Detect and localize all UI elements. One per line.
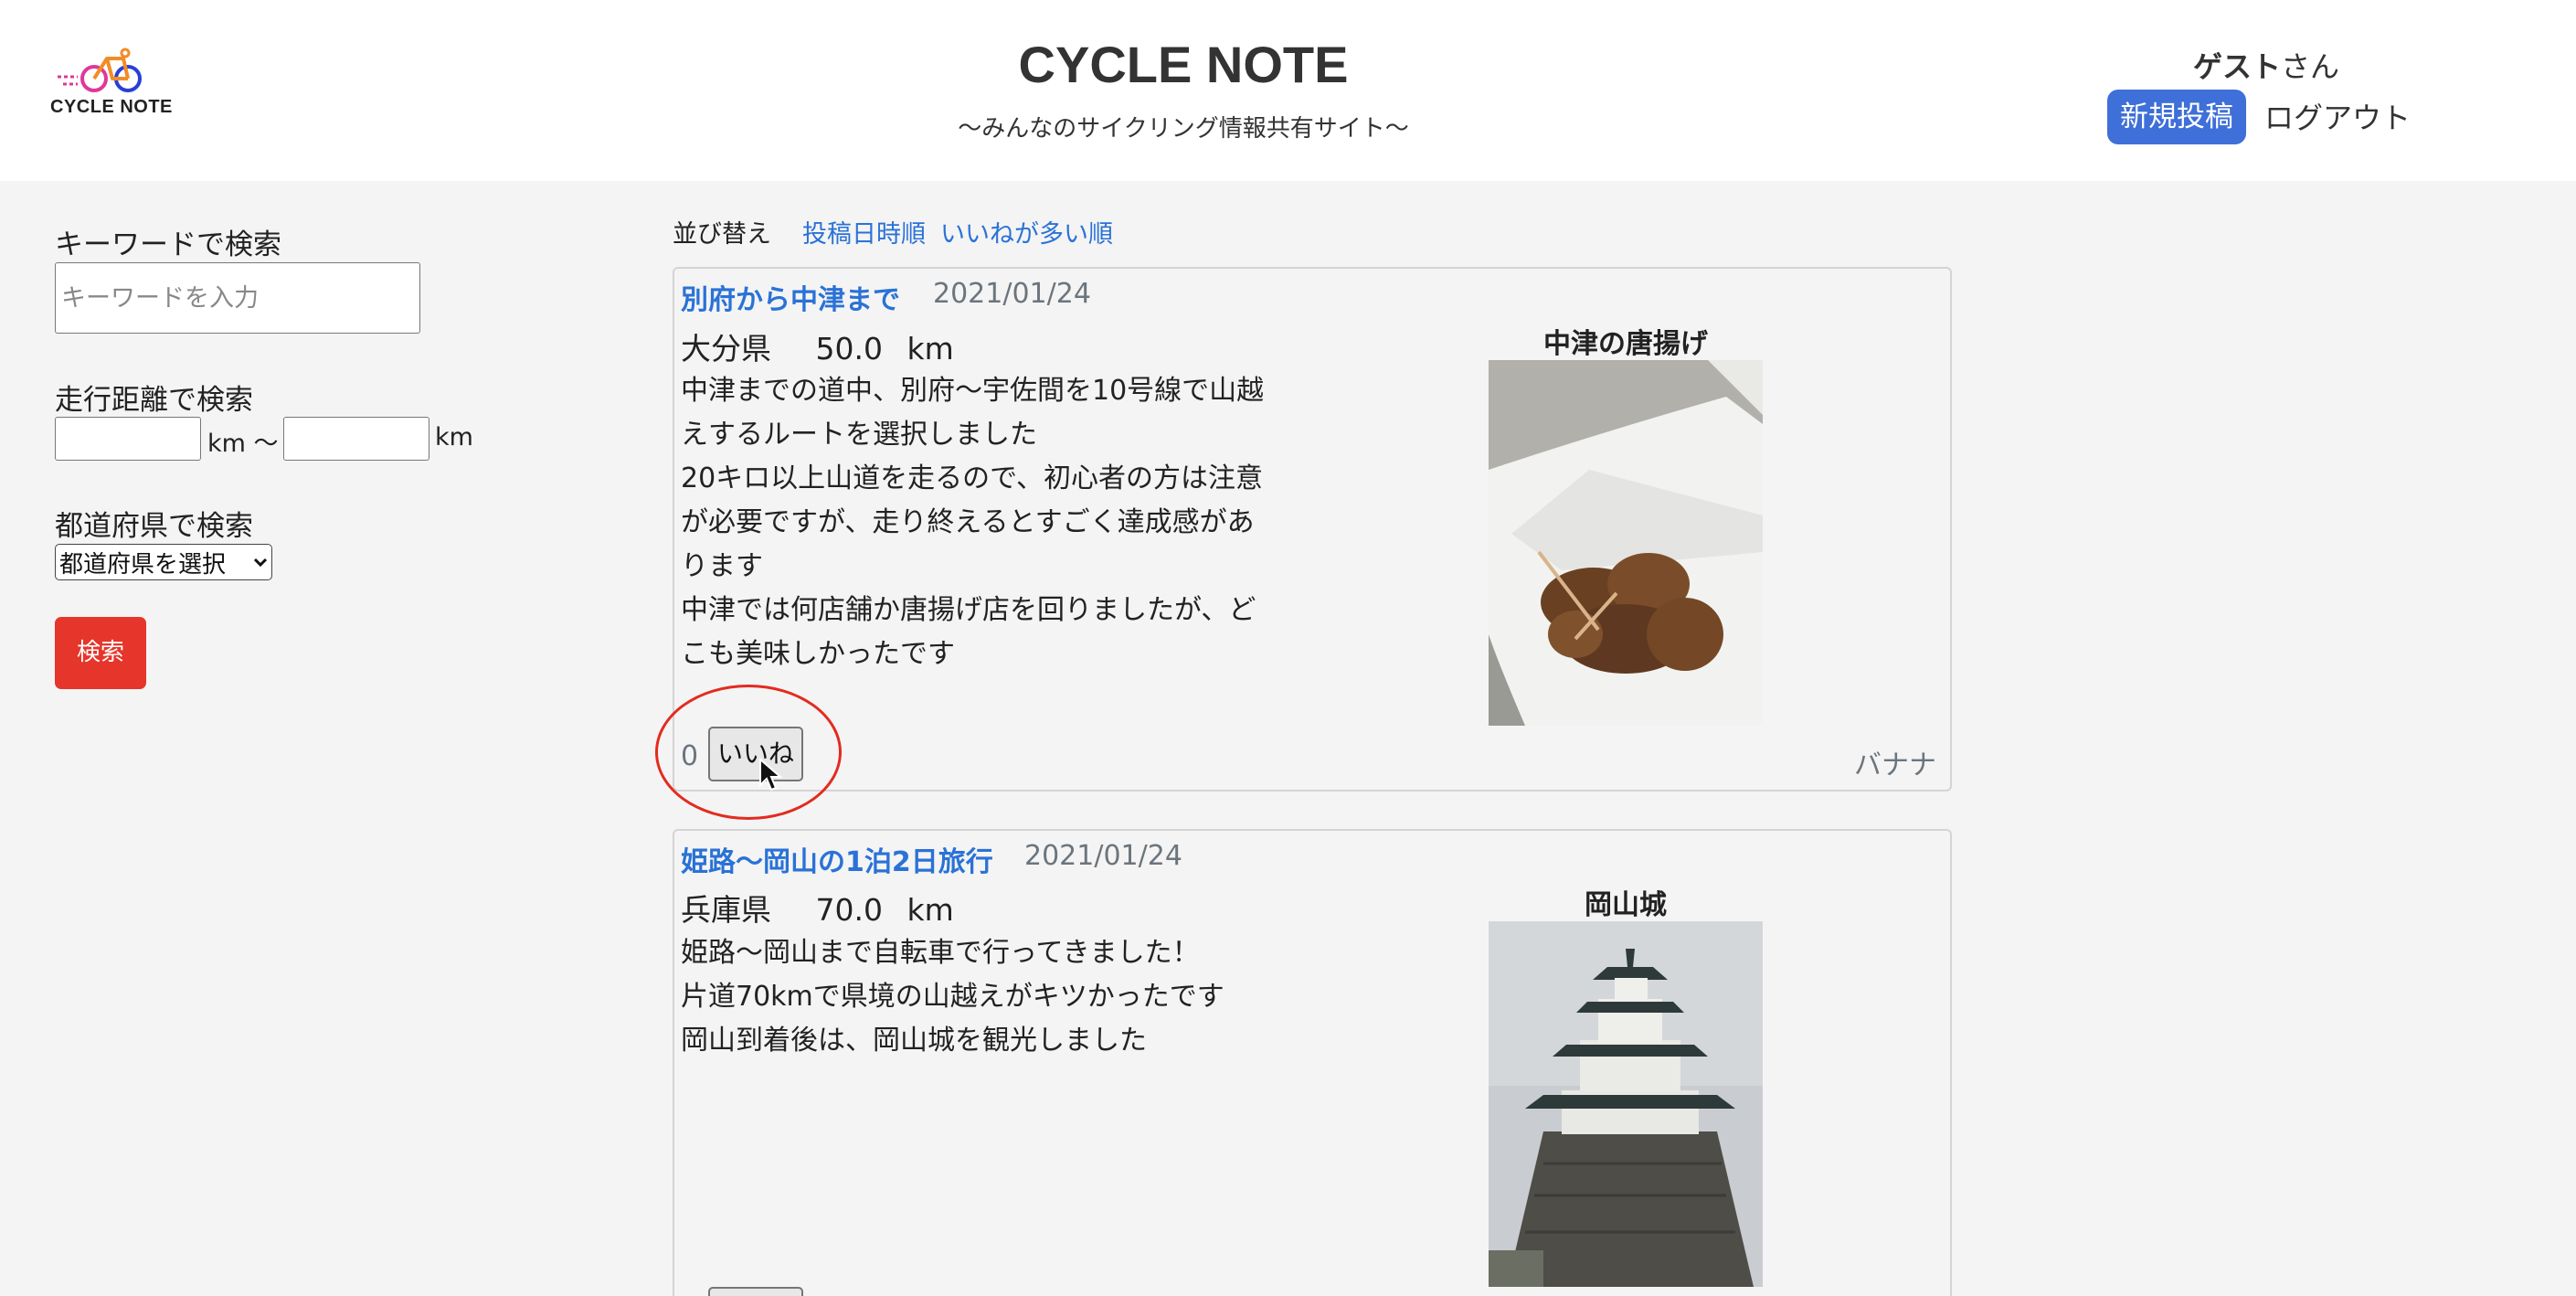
post-prefecture: 兵庫県 — [681, 892, 771, 928]
prefecture-search-label: 都道府県で検索 — [55, 510, 253, 543]
karaage-photo[interactable] — [1489, 360, 1763, 726]
chevron-down-icon — [253, 558, 268, 568]
new-post-button[interactable]: 新規投稿 — [2107, 90, 2246, 144]
post-body: 中津までの道中、別府〜宇佐間を10号線で山越 えするルートを選択しました 20キ… — [681, 369, 1320, 676]
post-date: 2021/01/24 — [1024, 840, 1182, 872]
post-body-line: 岡山到着後は、岡山城を観光しました — [681, 1025, 1147, 1057]
post-body-line: が必要ですが、走り終えるとすごく達成感があ — [681, 506, 1255, 538]
post-body-line: 姫路〜岡山まで自転車で行ってきました！ — [681, 937, 1200, 969]
post-prefecture: 大分県 — [681, 331, 771, 366]
post-body-line: 中津までの道中、別府〜宇佐間を10号線で山越 — [681, 375, 1265, 407]
post-title-link[interactable]: 姫路〜岡山の1泊2日旅行 — [681, 839, 993, 879]
sort-by-likes-link[interactable]: いいねが多い順 — [940, 214, 1113, 250]
highlight-circle — [655, 685, 842, 820]
search-button[interactable]: 検索 — [55, 617, 146, 689]
site-subtitle: 〜みんなのサイクリング情報共有サイト〜 — [958, 115, 1409, 143]
post-title-link[interactable]: 別府から中津まで — [681, 277, 900, 317]
post-location-distance: 大分県 50.0 km — [681, 324, 954, 368]
user-greeting: ゲストさん — [2157, 44, 2376, 86]
logout-link[interactable]: ログアウト — [2264, 95, 2411, 137]
min-distance-input[interactable] — [55, 417, 201, 461]
post-body-line: ります — [681, 550, 763, 582]
keyword-input[interactable] — [55, 262, 420, 334]
post-distance-unit: km — [906, 331, 954, 366]
post-body-line: 20キロ以上山道を走るので、初心者の方は注意 — [681, 462, 1263, 494]
prefecture-select[interactable]: 都道府県を選択 — [55, 544, 272, 580]
page: CYCLE NOTE CYCLE NOTE 〜みんなのサイクリング情報共有サイト… — [0, 0, 2576, 1296]
post-author[interactable]: バナナ — [1854, 742, 1936, 782]
keyword-search-label: キーワードで検索 — [55, 228, 281, 261]
image-caption: 中津の唐揚げ — [1543, 328, 1708, 360]
max-distance-unit: km — [435, 423, 473, 451]
sort-label: 並び替え — [673, 220, 771, 249]
post-distance-unit: km — [906, 892, 954, 928]
site-title: CYCLE NOTE — [1018, 36, 1349, 93]
post-date: 2021/01/24 — [933, 278, 1091, 310]
post-location-distance: 兵庫県 70.0 km — [681, 886, 954, 930]
post-distance: 50.0 — [815, 331, 883, 366]
site-header: CYCLE NOTE CYCLE NOTE 〜みんなのサイクリング情報共有サイト… — [0, 0, 2576, 181]
like-button[interactable] — [708, 1287, 803, 1296]
image-caption: 岡山城 — [1585, 889, 1667, 921]
post-distance: 70.0 — [815, 892, 883, 928]
user-name: ゲスト — [2192, 49, 2281, 84]
user-suffix: さん — [2281, 49, 2340, 84]
logo-text: CYCLE NOTE — [50, 97, 173, 117]
sort-by-date-link[interactable]: 投稿日時順 — [802, 214, 926, 250]
post-body-line: 中津では何店舗か唐揚げ店を回りましたが、ど — [681, 594, 1256, 626]
distance-search-label: 走行距離で検索 — [55, 384, 253, 417]
post-body: 姫路〜岡山まで自転車で行ってきました！ 片道70kmで県境の山越えがキツかったで… — [681, 931, 1320, 1063]
okayama-castle-photo[interactable] — [1489, 921, 1763, 1287]
max-distance-input[interactable] — [283, 417, 429, 461]
post-body-line: 片道70kmで県境の山越えがキツかったです — [681, 981, 1224, 1013]
post-body-line: こも美味しかったです — [681, 638, 955, 670]
min-distance-unit: km 〜 — [207, 430, 279, 458]
post-body-line: えするルートを選択しました — [681, 419, 1037, 451]
prefecture-selected-value: 都道府県を選択 — [59, 550, 227, 579]
